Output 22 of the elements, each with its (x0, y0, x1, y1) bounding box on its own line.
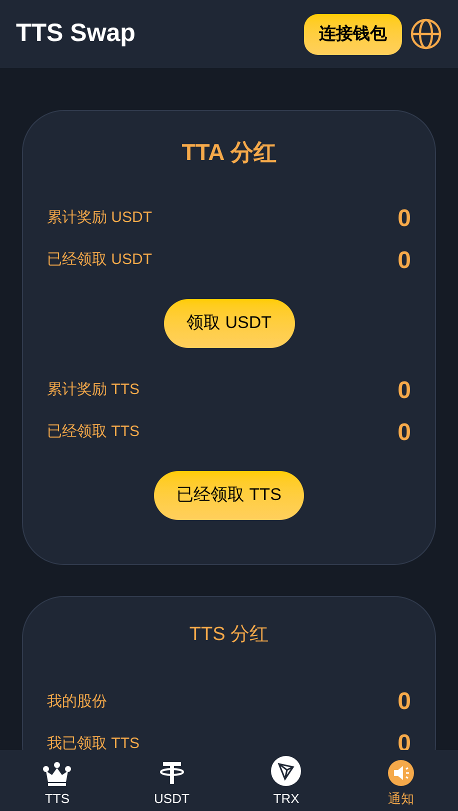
megaphone-icon (388, 760, 414, 786)
stat-label: 累计奖励 USDT (47, 208, 152, 228)
stat-value: 0 (398, 246, 411, 276)
stat-label: 累计奖励 TTS (47, 380, 140, 400)
crown-icon (43, 762, 72, 786)
card-title: TTS 分红 (188, 622, 270, 646)
card-title: TTA 分红 (180, 138, 278, 167)
globe-icon[interactable] (410, 18, 442, 50)
connect-wallet-button[interactable]: 连接钱包 (304, 14, 402, 54)
app-title: TTS Swap (16, 18, 136, 50)
claim-button[interactable]: 已经领取 TTS (154, 470, 304, 520)
stat-value: 0 (398, 376, 411, 406)
nav-tab[interactable]: TRX (229, 750, 344, 811)
stat-label: 我的股份 (47, 692, 107, 712)
stat-label: 已经领取 USDT (47, 250, 152, 270)
tron-icon (271, 756, 302, 786)
stat-value: 0 (398, 418, 411, 448)
stat-label: 已经领取 TTS (47, 422, 140, 442)
stat-value: 0 (398, 204, 411, 234)
stat-value: 0 (398, 687, 411, 717)
tether-icon (160, 760, 184, 786)
claim-button[interactable]: 领取 USDT (164, 298, 294, 348)
